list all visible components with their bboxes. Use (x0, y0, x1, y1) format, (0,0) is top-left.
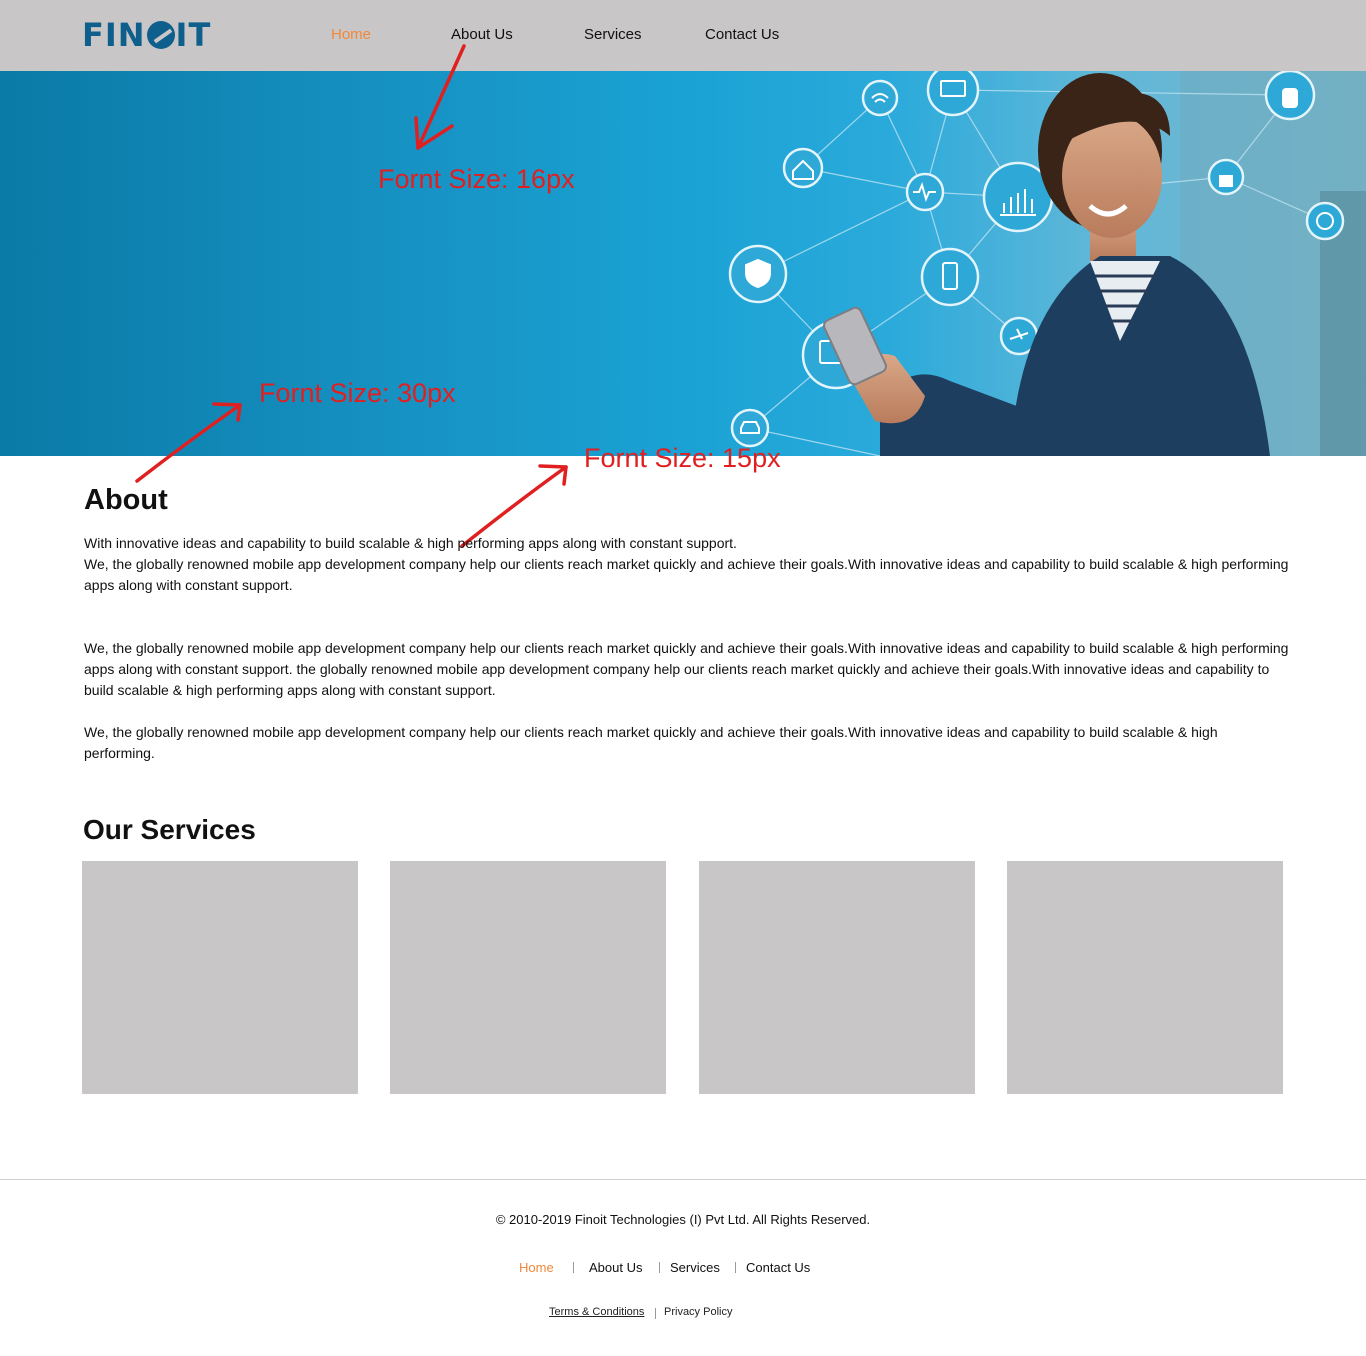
footer-nav-about-us[interactable]: About Us (589, 1260, 642, 1275)
about-paragraph-1-line-2: We, the globally renowned mobile app dev… (84, 556, 1289, 593)
annotation-nav-font-size: Fornt Size: 16px (378, 164, 575, 194)
annotation-heading-font-size: Fornt Size: 30px (259, 378, 456, 408)
footer-nav-home[interactable]: Home (519, 1260, 554, 1275)
privacy-link[interactable]: Privacy Policy (664, 1306, 732, 1318)
service-card-3[interactable] (699, 861, 975, 1094)
services-heading: Our Services (83, 814, 256, 845)
about-paragraph-2: We, the globally renowned mobile app dev… (84, 640, 1289, 698)
hero-illustration (0, 71, 1366, 456)
legal-separator (655, 1308, 656, 1319)
footer-nav-services[interactable]: Services (670, 1260, 720, 1275)
monitor-node-icon (926, 71, 980, 117)
home-node-icon (782, 147, 824, 189)
footer-nav-separator (735, 1262, 736, 1273)
terms-link[interactable]: Terms & Conditions (549, 1306, 644, 1318)
site-header: FIN IT Home About Us Services Contact Us (0, 0, 1366, 71)
footer-divider (0, 1179, 1366, 1180)
about-heading: About (84, 484, 168, 516)
wifi-node-icon (861, 79, 899, 117)
annotation-body-font-size: Fornt Size: 15px (584, 443, 781, 473)
nav-home[interactable]: Home (331, 26, 371, 44)
nav-about-us[interactable]: About Us (451, 26, 513, 44)
logo-o-mark (146, 21, 175, 49)
hero-banner (0, 71, 1366, 456)
phone-node-icon (920, 247, 980, 307)
about-paragraph-3: We, the globally renowned mobile app dev… (84, 724, 1218, 761)
service-card-4[interactable] (1007, 861, 1283, 1094)
logo-text: FIN IT (82, 16, 212, 54)
target-node-icon (1305, 201, 1345, 241)
service-card-1[interactable] (82, 861, 358, 1094)
car-node-icon (730, 408, 770, 448)
footer-copyright: © 2010-2019 Finoit Technologies (I) Pvt … (495, 1212, 871, 1227)
footer-nav-separator (659, 1262, 660, 1273)
nav-contact-us[interactable]: Contact Us (705, 26, 779, 44)
footer-nav-separator (573, 1262, 574, 1273)
footer-nav-contact-us[interactable]: Contact Us (746, 1260, 810, 1275)
nav-services[interactable]: Services (584, 26, 642, 44)
about-paragraph-1-line-1: With innovative ideas and capability to … (84, 535, 737, 551)
finoit-logo[interactable]: FIN IT (82, 18, 211, 52)
service-card-2[interactable] (390, 861, 666, 1094)
